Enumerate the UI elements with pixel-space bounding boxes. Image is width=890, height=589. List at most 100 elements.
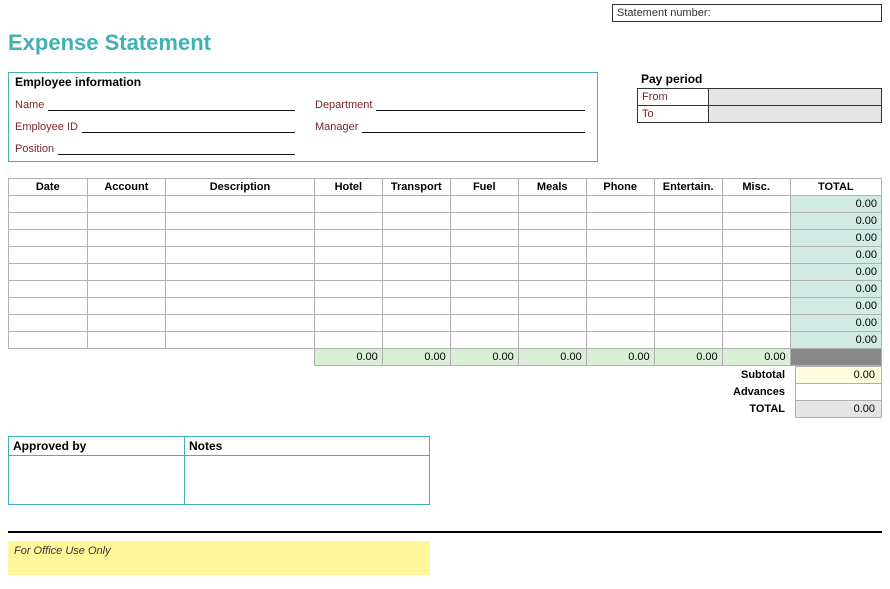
grid-cell[interactable] — [9, 315, 88, 332]
grid-cell[interactable] — [87, 315, 166, 332]
grid-cell[interactable] — [87, 213, 166, 230]
grid-row[interactable]: 0.00 — [9, 315, 882, 332]
grid-cell[interactable] — [9, 281, 88, 298]
grid-cell[interactable] — [654, 281, 722, 298]
grid-cell[interactable] — [722, 332, 790, 349]
grid-cell[interactable] — [382, 213, 450, 230]
grid-cell[interactable] — [586, 315, 654, 332]
grid-cell[interactable] — [518, 315, 586, 332]
grid-cell[interactable] — [166, 196, 315, 213]
grid-cell[interactable] — [518, 247, 586, 264]
grid-cell[interactable] — [450, 264, 518, 281]
grid-cell[interactable] — [314, 230, 382, 247]
grid-cell[interactable] — [166, 281, 315, 298]
grid-cell[interactable] — [9, 196, 88, 213]
grid-cell[interactable] — [722, 213, 790, 230]
grid-cell[interactable] — [9, 213, 88, 230]
grid-cell[interactable] — [586, 230, 654, 247]
grid-cell[interactable] — [314, 298, 382, 315]
grid-cell[interactable] — [586, 247, 654, 264]
grid-cell[interactable] — [722, 315, 790, 332]
grid-cell[interactable] — [382, 298, 450, 315]
grid-cell[interactable] — [166, 213, 315, 230]
grid-cell[interactable] — [654, 315, 722, 332]
grid-cell[interactable] — [314, 196, 382, 213]
grid-row[interactable]: 0.00 — [9, 332, 882, 349]
name-field[interactable]: Name — [15, 93, 315, 111]
advances-row[interactable]: Advances — [727, 384, 881, 401]
grid-cell[interactable] — [166, 247, 315, 264]
pay-from-row[interactable]: From — [638, 89, 881, 105]
grid-cell[interactable] — [166, 230, 315, 247]
grid-cell[interactable] — [518, 281, 586, 298]
grid-row[interactable]: 0.00 — [9, 264, 882, 281]
grid-cell[interactable] — [518, 264, 586, 281]
grid-row[interactable]: 0.00 — [9, 230, 882, 247]
grid-row[interactable]: 0.00 — [9, 213, 882, 230]
grid-cell[interactable] — [314, 281, 382, 298]
statement-number-field[interactable]: Statement number: — [612, 4, 882, 22]
grid-cell[interactable] — [87, 264, 166, 281]
grid-cell[interactable] — [314, 332, 382, 349]
grid-cell[interactable] — [166, 315, 315, 332]
pay-to-row[interactable]: To — [638, 105, 881, 122]
approved-by-value[interactable] — [9, 456, 184, 504]
grid-cell[interactable] — [722, 196, 790, 213]
grid-cell[interactable] — [518, 230, 586, 247]
grid-cell[interactable] — [382, 196, 450, 213]
grid-cell[interactable] — [586, 298, 654, 315]
grid-cell[interactable] — [654, 196, 722, 213]
grid-cell[interactable] — [87, 230, 166, 247]
grid-row[interactable]: 0.00 — [9, 196, 882, 213]
grid-cell[interactable] — [722, 230, 790, 247]
grid-cell[interactable] — [450, 247, 518, 264]
grid-cell[interactable] — [166, 264, 315, 281]
employee-id-field[interactable]: Employee ID — [15, 115, 315, 133]
grid-cell[interactable] — [314, 247, 382, 264]
grid-cell[interactable] — [382, 281, 450, 298]
grid-cell[interactable] — [382, 230, 450, 247]
grid-cell[interactable] — [87, 332, 166, 349]
grid-cell[interactable] — [382, 315, 450, 332]
grid-cell[interactable] — [382, 264, 450, 281]
grid-cell[interactable] — [314, 315, 382, 332]
grid-cell[interactable] — [518, 298, 586, 315]
grid-cell[interactable] — [722, 281, 790, 298]
grid-cell[interactable] — [586, 196, 654, 213]
manager-field[interactable]: Manager — [315, 115, 605, 133]
grid-cell[interactable] — [654, 213, 722, 230]
grid-cell[interactable] — [450, 196, 518, 213]
grid-cell[interactable] — [87, 196, 166, 213]
grid-cell[interactable] — [314, 264, 382, 281]
grid-cell[interactable] — [654, 332, 722, 349]
grid-cell[interactable] — [518, 332, 586, 349]
grid-cell[interactable] — [450, 332, 518, 349]
grid-cell[interactable] — [87, 298, 166, 315]
grid-cell[interactable] — [450, 298, 518, 315]
grid-cell[interactable] — [9, 298, 88, 315]
grid-cell[interactable] — [654, 264, 722, 281]
grid-cell[interactable] — [654, 230, 722, 247]
grid-cell[interactable] — [450, 315, 518, 332]
grid-cell[interactable] — [722, 247, 790, 264]
grid-cell[interactable] — [382, 247, 450, 264]
grid-cell[interactable] — [586, 281, 654, 298]
grid-cell[interactable] — [166, 332, 315, 349]
grid-cell[interactable] — [450, 230, 518, 247]
grid-row[interactable]: 0.00 — [9, 247, 882, 264]
grid-cell[interactable] — [87, 247, 166, 264]
grid-cell[interactable] — [9, 247, 88, 264]
notes-value[interactable] — [185, 456, 429, 504]
grid-cell[interactable] — [9, 264, 88, 281]
grid-row[interactable]: 0.00 — [9, 298, 882, 315]
grid-cell[interactable] — [722, 298, 790, 315]
grid-cell[interactable] — [382, 332, 450, 349]
grid-cell[interactable] — [722, 264, 790, 281]
grid-cell[interactable] — [166, 298, 315, 315]
grid-cell[interactable] — [450, 213, 518, 230]
position-field[interactable]: Position — [15, 137, 315, 155]
grid-cell[interactable] — [654, 247, 722, 264]
grid-cell[interactable] — [9, 230, 88, 247]
grid-cell[interactable] — [586, 332, 654, 349]
grid-cell[interactable] — [586, 213, 654, 230]
